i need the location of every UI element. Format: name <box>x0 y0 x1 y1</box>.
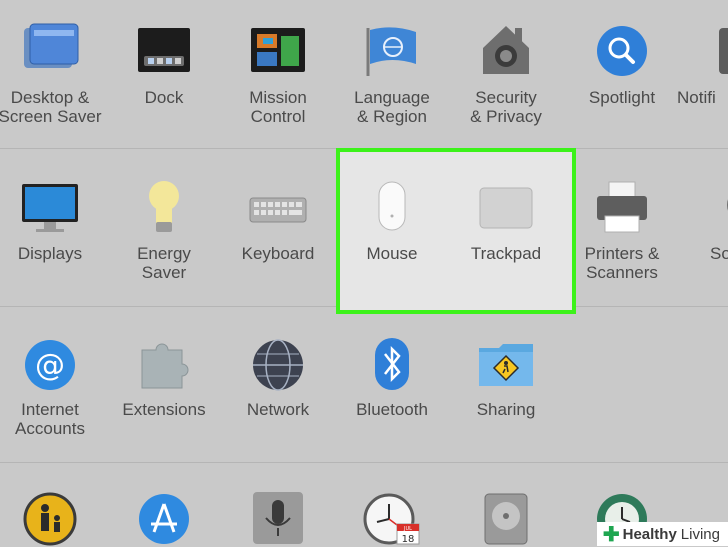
plus-logo-icon: ✚ <box>602 523 620 546</box>
sharing-icon <box>479 344 533 386</box>
pane-label: Spotlight <box>588 88 656 107</box>
highlight-box <box>336 148 576 314</box>
keyboard-icon <box>249 197 307 223</box>
trackpad-icon <box>479 187 533 229</box>
energy-saver-icon <box>149 181 179 232</box>
bluetooth-icon <box>375 338 409 390</box>
network-icon <box>253 339 303 391</box>
calendar-day: 18 <box>402 534 415 545</box>
watermark-brand-bold: Healthy <box>622 525 677 543</box>
startup-disk-icon <box>484 493 528 545</box>
language-region-icon <box>366 27 416 76</box>
desktop-screen-saver-icon <box>24 23 79 68</box>
parental-controls-icon <box>23 492 77 546</box>
watermark-brand-rest: Living <box>680 525 720 543</box>
displays-icon <box>22 184 78 232</box>
mission-control-icon <box>251 28 305 72</box>
pane-label: Security & Privacy <box>470 88 542 126</box>
pane-label: Printers & Scanners <box>584 244 660 282</box>
internet-accounts-icon: @ <box>25 340 75 390</box>
calendar-month: JUL <box>403 526 412 532</box>
app-store-icon <box>139 494 189 544</box>
notifications-icon <box>719 28 728 74</box>
healthy-living-watermark: ✚ Healthy Living <box>596 522 728 546</box>
date-time-icon: JUL 18 <box>363 493 420 545</box>
extensions-icon <box>141 343 189 389</box>
pane-label: Notifi <box>677 88 716 107</box>
printers-scanners-icon <box>597 181 647 233</box>
mouse-icon <box>378 181 406 231</box>
dictation-speech-icon <box>253 492 303 544</box>
security-privacy-icon <box>483 26 529 74</box>
pane-label: So <box>710 244 728 263</box>
pane-label: Sharing <box>476 400 536 419</box>
svg-text:@: @ <box>35 348 65 383</box>
spotlight-icon <box>597 26 647 76</box>
row-divider <box>0 462 728 463</box>
pane-label: Trackpad <box>470 244 542 263</box>
dock-icon <box>138 28 190 72</box>
